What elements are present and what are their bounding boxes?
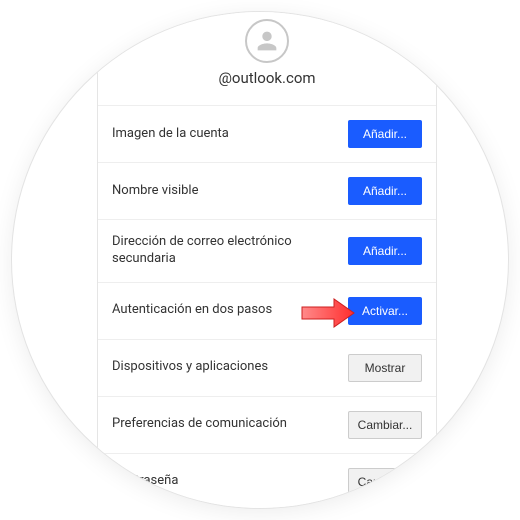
row-comm-prefs: Preferencias de comunicación Cambiar... [98, 396, 436, 453]
row-account-image: Imagen de la cuenta Añadir... [98, 105, 436, 162]
row-two-factor: Autenticación en dos pasos Activar... [98, 282, 436, 339]
enable-two-factor-button[interactable]: Activar... [348, 297, 422, 325]
label-comm-prefs: Preferencias de comunicación [112, 416, 348, 433]
label-account-image: Imagen de la cuenta [112, 126, 348, 143]
account-header: @outlook.com [98, 12, 436, 105]
row-password: Contraseña Cambiar... [98, 453, 436, 508]
label-devices-apps: Dispositivos y aplicaciones [112, 359, 348, 376]
account-settings-panel: @outlook.com Imagen de la cuenta Añadir.… [97, 12, 437, 508]
label-two-factor: Autenticación en dos pasos [112, 302, 348, 319]
label-password: Contraseña [112, 473, 348, 490]
circular-frame: @outlook.com Imagen de la cuenta Añadir.… [12, 12, 508, 508]
row-devices-apps: Dispositivos y aplicaciones Mostrar [98, 339, 436, 396]
show-devices-button[interactable]: Mostrar [348, 354, 422, 382]
add-secondary-email-button[interactable]: Añadir... [348, 237, 422, 265]
label-secondary-email: Dirección de correo electrónico secundar… [112, 234, 348, 268]
row-secondary-email: Dirección de correo electrónico secundar… [98, 219, 436, 282]
label-display-name: Nombre visible [112, 183, 348, 200]
change-password-button[interactable]: Cambiar... [348, 468, 422, 496]
account-email: @outlook.com [98, 69, 436, 87]
change-comm-prefs-button[interactable]: Cambiar... [348, 411, 422, 439]
add-display-name-button[interactable]: Añadir... [348, 177, 422, 205]
add-account-image-button[interactable]: Añadir... [348, 120, 422, 148]
row-display-name: Nombre visible Añadir... [98, 162, 436, 219]
avatar-icon [245, 19, 289, 63]
